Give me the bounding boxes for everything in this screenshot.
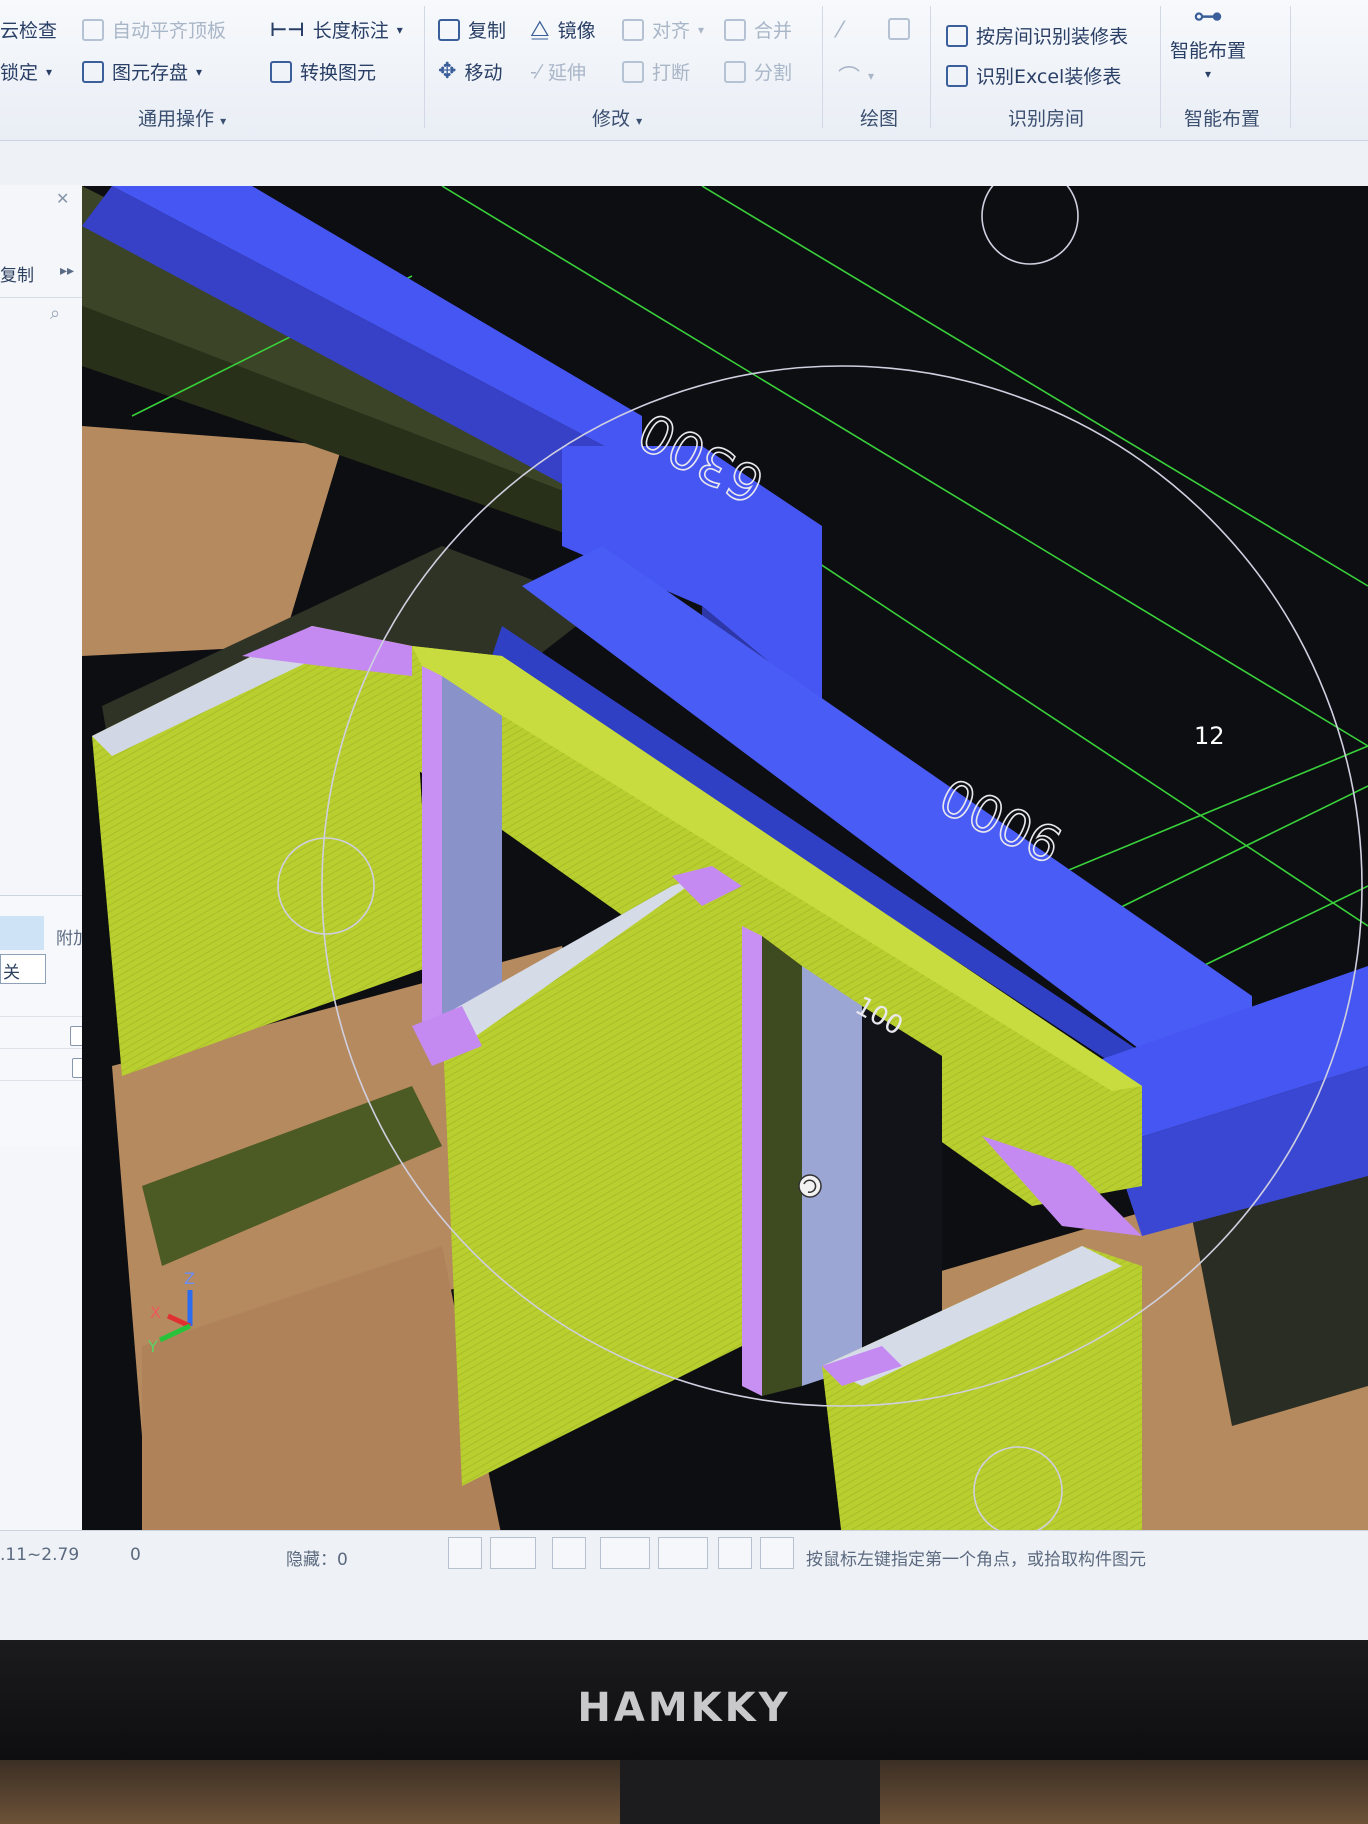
move-icon: ✥ xyxy=(438,59,457,84)
axis-z-label: Z xyxy=(184,1269,195,1288)
3d-model-scene: 6300 9000 100 12 Z X Y xyxy=(82,186,1368,1538)
axis-x-label: X xyxy=(150,1303,161,1322)
offset-mode-button[interactable] xyxy=(658,1537,708,1569)
door-void xyxy=(862,1006,942,1366)
copy-icon xyxy=(438,18,460,41)
group-label-modify: 修改 ▾ xyxy=(592,108,643,130)
selected-count: 0 xyxy=(130,1545,141,1565)
identify-excel-button[interactable]: 识别Excel装修表 xyxy=(946,62,1121,89)
line-icon: ⁄ xyxy=(838,18,842,43)
identify-room-table-button[interactable]: 按房间识别装修表 xyxy=(946,22,1128,49)
save-element-button[interactable]: 图元存盘 ▾ xyxy=(82,58,202,85)
elevation-range: .11~2.79 xyxy=(0,1545,80,1565)
copy-button[interactable]: 复制 xyxy=(438,16,506,43)
door-frame xyxy=(422,666,442,1026)
rectangle-icon xyxy=(888,18,910,40)
group-label-common: 通用操作 ▾ xyxy=(138,108,227,130)
screen: 云检查 自动平齐顶板 ⊢⊣ 长度标注 ▾ 锁定 ▾ 图元存盘 ▾ 转换图元 通用… xyxy=(0,0,1368,1640)
ribbon-divider xyxy=(1290,6,1291,128)
cloud-check-button[interactable]: 云检查 xyxy=(0,16,57,43)
table-icon xyxy=(946,24,968,47)
convert-icon xyxy=(270,60,292,83)
hidden-count: 隐藏：0 xyxy=(286,1550,348,1570)
arc-mode-button[interactable] xyxy=(760,1537,794,1569)
mirror-button[interactable]: ⧋ 镜像 xyxy=(530,16,596,43)
ortho-toggle-button[interactable] xyxy=(448,1537,482,1569)
ribbon-divider xyxy=(1160,6,1161,128)
property-value-text: 关 xyxy=(3,963,20,983)
extend-button[interactable]: -⁄ 延伸 xyxy=(530,58,586,85)
search-icon[interactable]: ⌕ xyxy=(50,303,60,324)
length-dimension-button[interactable]: ⊢⊣ 长度标注 ▾ xyxy=(270,16,403,43)
chevron-down-icon: ▾ xyxy=(1204,67,1212,81)
door-frame xyxy=(742,926,762,1396)
split-button[interactable]: 分割 xyxy=(724,58,792,85)
chevron-down-icon: ▾ xyxy=(868,69,875,83)
group-label-identify-room: 识别房间 xyxy=(1008,108,1085,130)
status-bar: .11~2.79 0 隐藏：0 按鼠标左键指定第一个角点，或拾取构件图元 xyxy=(0,1530,1368,1581)
smart-layout-icon: ⊶ xyxy=(1193,0,1223,34)
merge-button[interactable]: 合并 xyxy=(724,16,792,43)
door-jamb xyxy=(762,936,802,1396)
draw-rect-button[interactable] xyxy=(888,18,910,40)
display-mode-button[interactable] xyxy=(718,1537,752,1569)
rotate-cursor-icon xyxy=(798,1174,822,1198)
lock-button[interactable]: 锁定 ▾ xyxy=(0,58,52,85)
ribbon-divider xyxy=(822,6,823,128)
axis-number-label: 12 xyxy=(1194,722,1225,750)
save-icon xyxy=(82,60,104,83)
move-button[interactable]: ✥ 移动 xyxy=(438,58,502,85)
snap-mode-button[interactable] xyxy=(490,1537,536,1569)
auto-align-slab-button[interactable]: 自动平齐顶板 xyxy=(82,16,226,43)
ribbon-toolbar: 云检查 自动平齐顶板 ⊢⊣ 长度标注 ▾ 锁定 ▾ 图元存盘 ▾ 转换图元 通用… xyxy=(0,0,1368,141)
align-slab-icon xyxy=(82,18,104,41)
merge-icon xyxy=(724,18,746,41)
3d-viewport[interactable]: 6300 9000 100 12 Z X Y xyxy=(82,186,1368,1538)
align-icon xyxy=(622,18,644,41)
excel-table-icon xyxy=(946,64,968,87)
split-icon xyxy=(724,60,746,83)
mirror-icon: ⧋ xyxy=(530,17,550,42)
ribbon-divider xyxy=(930,6,931,128)
chevron-down-icon: ▾ xyxy=(196,64,203,79)
divider xyxy=(0,297,84,298)
ribbon-divider xyxy=(424,6,425,128)
expand-icon[interactable]: ▸▸ xyxy=(60,263,74,279)
smart-layout-button[interactable]: ⊶ 智能布置 ▾ xyxy=(1170,0,1246,82)
selected-row-highlight xyxy=(0,916,44,950)
property-value-field[interactable]: 关 xyxy=(0,954,46,984)
convert-element-button[interactable]: 转换图元 xyxy=(270,58,376,85)
group-label-draw: 绘图 xyxy=(860,108,899,130)
chevron-down-icon: ▾ xyxy=(396,22,403,37)
extend-icon: -⁄ xyxy=(530,60,541,83)
dynamic-input-button[interactable] xyxy=(552,1537,586,1569)
command-prompt: 按鼠标左键指定第一个角点，或拾取构件图元 xyxy=(806,1550,1146,1570)
monitor-brand-logo: HAMKKY xyxy=(577,1685,791,1731)
align-button[interactable]: 对齐 ▾ xyxy=(622,16,704,43)
chevron-down-icon: ▾ xyxy=(698,22,705,37)
angle-mode-button[interactable] xyxy=(600,1537,650,1569)
axis-y-label: Y xyxy=(147,1337,158,1356)
monitor-stand xyxy=(620,1760,880,1824)
group-label-smart-layout: 智能布置 xyxy=(1184,108,1261,130)
draw-arc-button[interactable]: ⌒ ▾ xyxy=(838,60,874,92)
dimension-icon: ⊢⊣ xyxy=(270,18,305,41)
component-panel: ✕ 复制 ▸▸ ⌕ xyxy=(0,185,85,1535)
break-button[interactable]: 打断 xyxy=(622,58,690,85)
draw-line-button[interactable]: ⁄ xyxy=(838,18,842,43)
copy-component-label[interactable]: 复制 xyxy=(0,261,34,286)
chevron-down-icon: ▾ xyxy=(46,64,53,79)
break-icon xyxy=(622,60,644,83)
arc-icon: ⌒ xyxy=(838,66,861,91)
close-icon[interactable]: ✕ xyxy=(56,189,69,208)
